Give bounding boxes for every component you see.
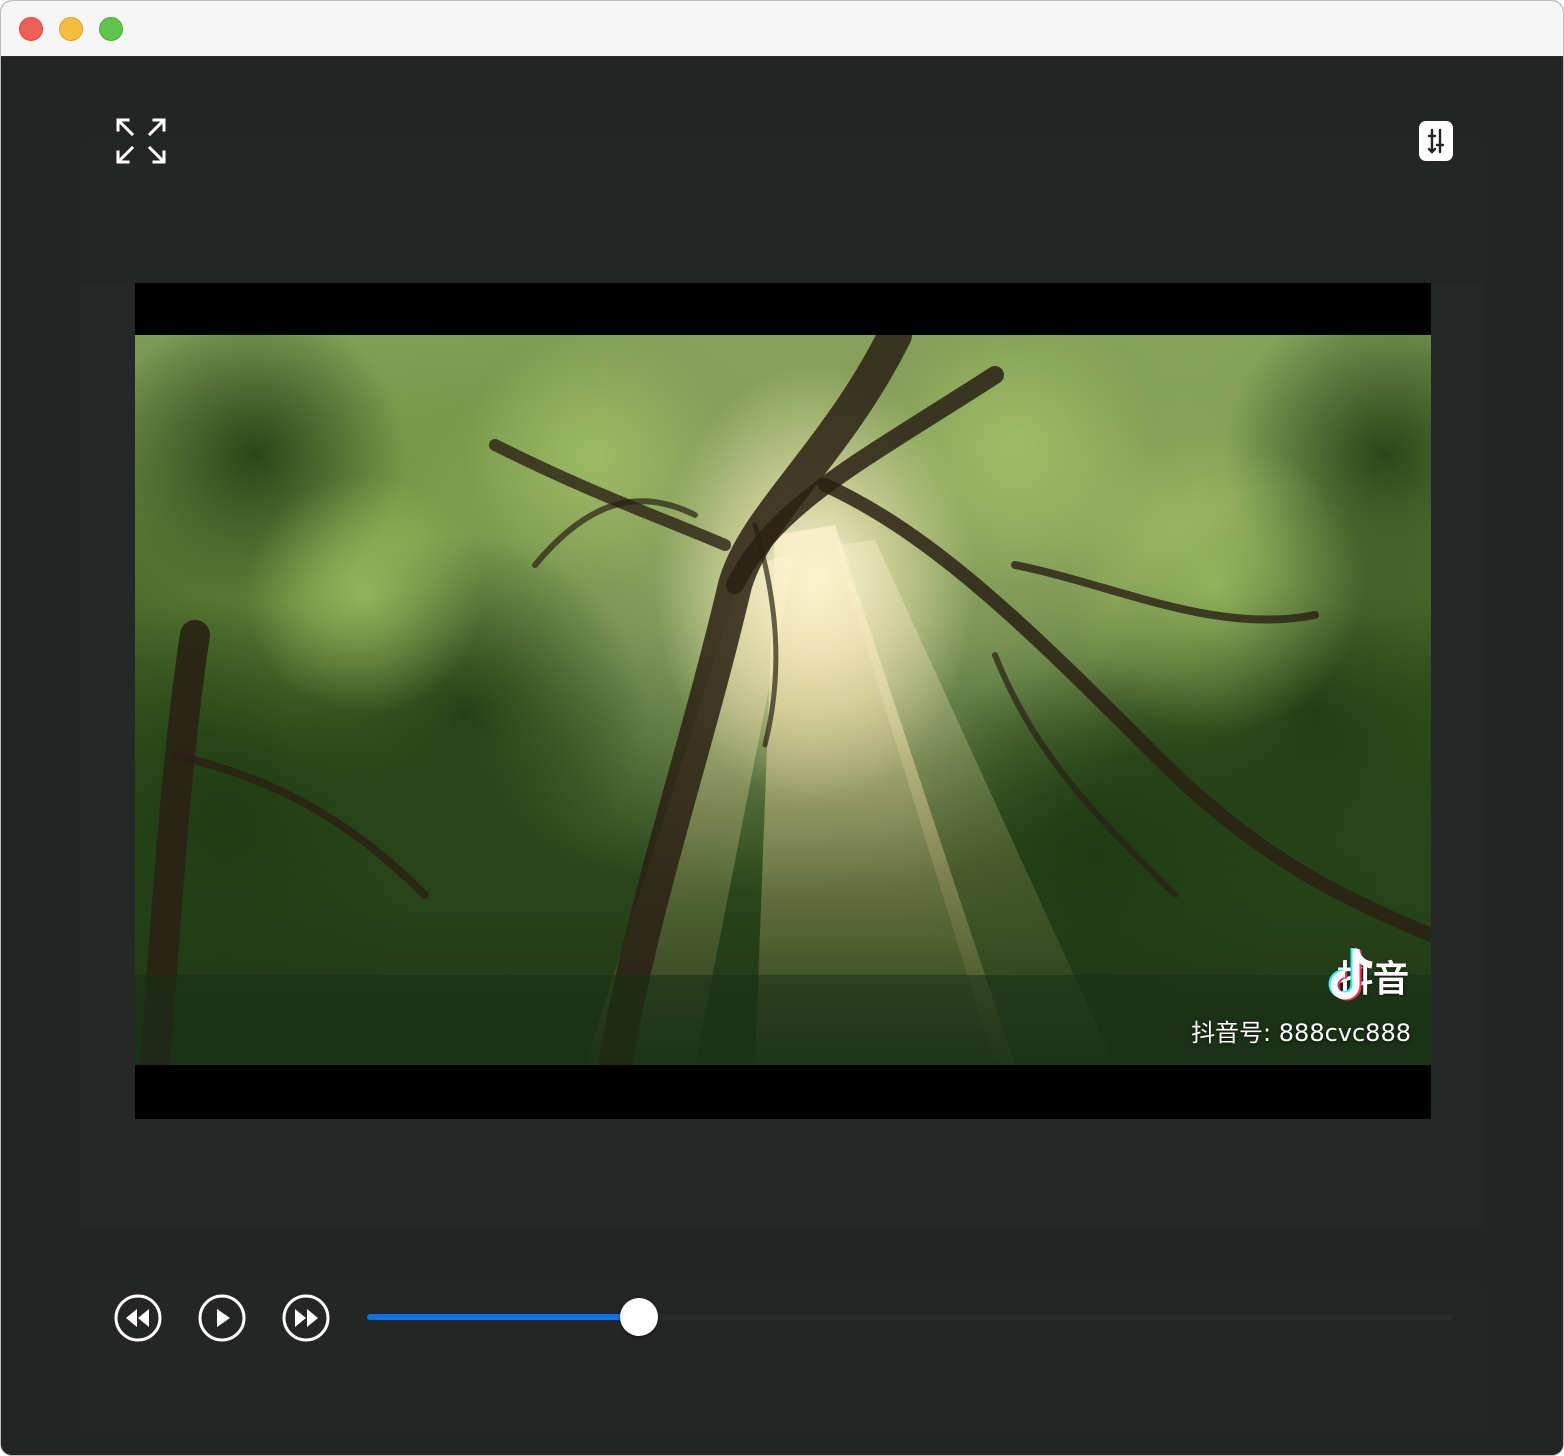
progress-fill (367, 1314, 639, 1320)
video-viewport[interactable]: 抖音 抖音号: 888cvc888 (135, 283, 1431, 1119)
watermark-account-id: 抖音号: 888cvc888 (1191, 1019, 1411, 1047)
fullscreen-button[interactable] (113, 113, 169, 169)
forest-scene (135, 335, 1431, 1065)
close-window-button[interactable] (19, 17, 43, 41)
rewind-icon (114, 1294, 162, 1342)
fast-forward-button[interactable] (281, 1293, 331, 1343)
title-bar (1, 1, 1563, 57)
sliders-icon (1427, 128, 1445, 154)
expand-arrows-icon (116, 118, 166, 164)
video-frame: 抖音 抖音号: 888cvc888 (135, 335, 1431, 1065)
player-window: 抖音 抖音号: 888cvc888 (0, 0, 1564, 1456)
tiktok-logo-icon (1328, 948, 1373, 1001)
minimize-window-button[interactable] (59, 17, 83, 41)
playback-progress-slider[interactable] (367, 1297, 1453, 1337)
tiktok-watermark: 抖音 (1327, 945, 1409, 1007)
fast-forward-icon (282, 1294, 330, 1342)
rewind-button[interactable] (113, 1293, 163, 1343)
play-button[interactable] (197, 1293, 247, 1343)
play-icon (198, 1294, 246, 1342)
zoom-window-button[interactable] (99, 17, 123, 41)
adjustments-button[interactable] (1419, 121, 1453, 161)
progress-thumb[interactable] (619, 1298, 658, 1336)
